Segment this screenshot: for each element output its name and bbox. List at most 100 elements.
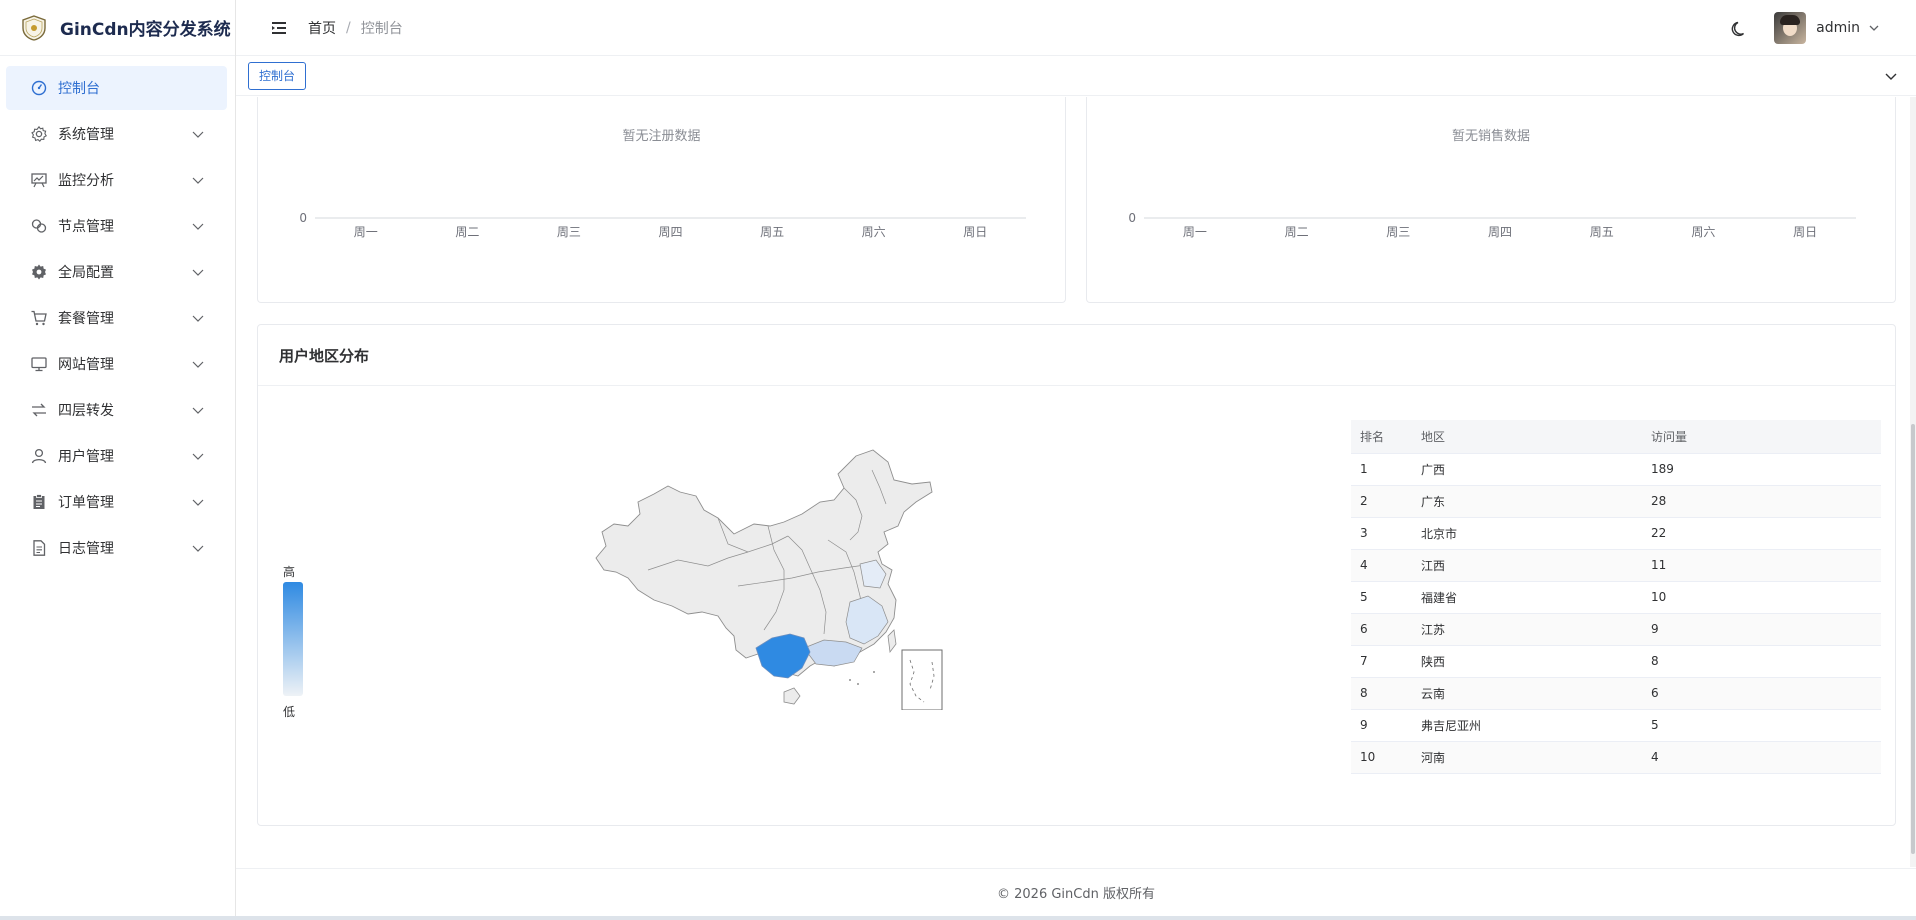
- sidebar-item-node[interactable]: 节点管理: [6, 204, 227, 248]
- sales-chart-card: 暂无销售数据 0 周一 周二 周三 周四 周五 周六 周日: [1086, 97, 1896, 303]
- user-icon: [31, 448, 47, 464]
- clipboard-icon: [33, 494, 45, 509]
- sidebar-item-order[interactable]: 订单管理: [6, 480, 227, 524]
- sidebar-item-label: 四层转发: [58, 403, 114, 419]
- cell-rank: 8: [1351, 677, 1412, 710]
- cell-region: 江苏: [1412, 613, 1642, 646]
- tags-bar: 控制台: [236, 56, 1916, 96]
- sidebar-item-label: 用户管理: [58, 449, 114, 465]
- cell-rank: 5: [1351, 581, 1412, 614]
- cell-visits: 189: [1642, 453, 1881, 486]
- x-tick-label: 周五: [1590, 225, 1614, 239]
- sidebar-item-label: 监控分析: [58, 173, 114, 189]
- sidebar: GinCdn内容分发系统 控制台 系统管理 监控分析 节点管理 全局配置 套餐管理 网站管理…: [0, 0, 236, 920]
- sidebar-item-package[interactable]: 套餐管理: [6, 296, 227, 340]
- sales-chart: 0 周一 周二 周三 周四 周五 周六 周日: [1128, 211, 1856, 239]
- chevron-down-icon[interactable]: [191, 495, 205, 509]
- main-content: 暂无注册数据 0 周一 周二 周三 周四 周五 周六 周日 暂无销售数据 0 周一 周二 周三 周四周…: [236, 97, 1916, 867]
- cell-visits: 5: [1642, 709, 1881, 742]
- sidebar-item-website[interactable]: 网站管理: [6, 342, 227, 386]
- breadcrumb: 首页 / 控制台: [308, 18, 403, 38]
- sidebar-item-monitor[interactable]: 监控分析: [6, 158, 227, 202]
- table-row: 2 广东 28: [1351, 485, 1881, 518]
- chevron-down-icon[interactable]: [191, 403, 205, 417]
- cell-rank: 7: [1351, 645, 1412, 678]
- cell-visits: 4: [1642, 741, 1881, 774]
- china-map[interactable]: [588, 440, 948, 710]
- x-tick-label: 周日: [1793, 225, 1817, 239]
- sidebar-item-log[interactable]: 日志管理: [6, 526, 227, 570]
- presentation-chart-icon: [31, 173, 47, 188]
- dashboard-icon: [31, 80, 47, 96]
- sidebar-item-label: 订单管理: [58, 495, 114, 511]
- sidebar-item-label: 系统管理: [58, 127, 114, 143]
- chevron-down-icon[interactable]: [191, 449, 205, 463]
- tag-dashboard[interactable]: 控制台: [248, 61, 307, 90]
- chevron-down-icon[interactable]: [1868, 22, 1880, 34]
- top-header: 首页 / 控制台 admin: [236, 0, 1916, 56]
- map-region-taiwan[interactable]: [887, 629, 897, 654]
- table-row: 4 江西 11: [1351, 549, 1881, 582]
- chevron-down-icon[interactable]: [191, 127, 205, 141]
- chevron-down-icon[interactable]: [191, 265, 205, 279]
- chevron-down-icon[interactable]: [191, 357, 205, 371]
- chevron-down-icon[interactable]: [191, 219, 205, 233]
- column-visits: 访问量: [1642, 420, 1881, 454]
- region-distribution-card: 用户地区分布 高 低 排名 地区 访问量 1 广西 189 2 广东 28 3 …: [257, 324, 1896, 826]
- region-distribution-title: 用户地区分布: [258, 325, 1895, 386]
- document-icon: [33, 540, 46, 556]
- user-name[interactable]: admin: [1816, 20, 1860, 36]
- switch-arrows-icon: [32, 403, 46, 417]
- cell-visits: 22: [1642, 517, 1881, 550]
- header-right: admin: [1730, 11, 1880, 44]
- cell-visits: 6: [1642, 677, 1881, 710]
- chevron-down-icon[interactable]: [1884, 69, 1898, 83]
- sidebar-item-label: 网站管理: [58, 357, 114, 373]
- cell-rank: 1: [1351, 453, 1412, 486]
- map-region-hainan[interactable]: [783, 687, 801, 705]
- link-icon: [31, 219, 47, 233]
- table-row: 8 云南 6: [1351, 677, 1881, 710]
- chevron-down-icon[interactable]: [191, 311, 205, 325]
- table-row: 3 北京市 22: [1351, 517, 1881, 550]
- chevron-down-icon[interactable]: [191, 173, 205, 187]
- breadcrumb-home[interactable]: 首页: [308, 18, 336, 38]
- menu-fold-icon[interactable]: [270, 19, 288, 37]
- moon-icon[interactable]: [1730, 19, 1748, 37]
- x-tick-label: 周二: [455, 225, 479, 239]
- cell-region: 广东: [1412, 485, 1642, 518]
- legend-gradient-bar[interactable]: [283, 582, 303, 696]
- chevron-down-icon[interactable]: [191, 541, 205, 555]
- breadcrumb-separator: /: [346, 19, 351, 36]
- sidebar-item-l4-forward[interactable]: 四层转发: [6, 388, 227, 432]
- table-header-row: 排名 地区 访问量: [1351, 420, 1881, 454]
- y-tick-label: 0: [1128, 211, 1136, 225]
- table-row: 7 陕西 8: [1351, 645, 1881, 678]
- x-tick-label: 周三: [1386, 225, 1410, 239]
- cell-region: 云南: [1412, 677, 1642, 710]
- table-row: 1 广西 189: [1351, 453, 1881, 486]
- cell-rank: 6: [1351, 613, 1412, 646]
- shield-logo-icon: [22, 14, 46, 41]
- legend-low-label: 低: [283, 705, 296, 719]
- sidebar-item-dashboard[interactable]: 控制台: [6, 66, 227, 110]
- x-tick-label: 周四: [1488, 225, 1512, 239]
- cell-region: 江西: [1412, 549, 1642, 582]
- table-row: 6 江苏 9: [1351, 613, 1881, 646]
- register-chart-card: 暂无注册数据 0 周一 周二 周三 周四 周五 周六 周日: [257, 97, 1066, 303]
- region-rank-table: 排名 地区 访问量 1 广西 189 2 广东 28 3 北京市 22 4 江西 11 5 福建省 10 6 江…: [1351, 420, 1881, 774]
- register-chart: 0 周一 周二 周三 周四 周五 周六 周日: [299, 211, 1026, 239]
- legend-high-label: 高: [283, 565, 296, 579]
- scrollbar-thumb[interactable]: [1911, 424, 1915, 854]
- cell-visits: 8: [1642, 645, 1881, 678]
- cell-rank: 2: [1351, 485, 1412, 518]
- sidebar-item-label: 全局配置: [58, 265, 114, 281]
- sidebar-item-user[interactable]: 用户管理: [6, 434, 227, 478]
- cell-region: 河南: [1412, 741, 1642, 774]
- cell-region: 广西: [1412, 453, 1642, 486]
- sidebar-item-global-config[interactable]: 全局配置: [6, 250, 227, 294]
- sidebar-item-system[interactable]: 系统管理: [6, 112, 227, 156]
- avatar[interactable]: [1774, 11, 1807, 44]
- cell-rank: 4: [1351, 549, 1412, 582]
- x-tick-label: 周三: [557, 225, 581, 239]
